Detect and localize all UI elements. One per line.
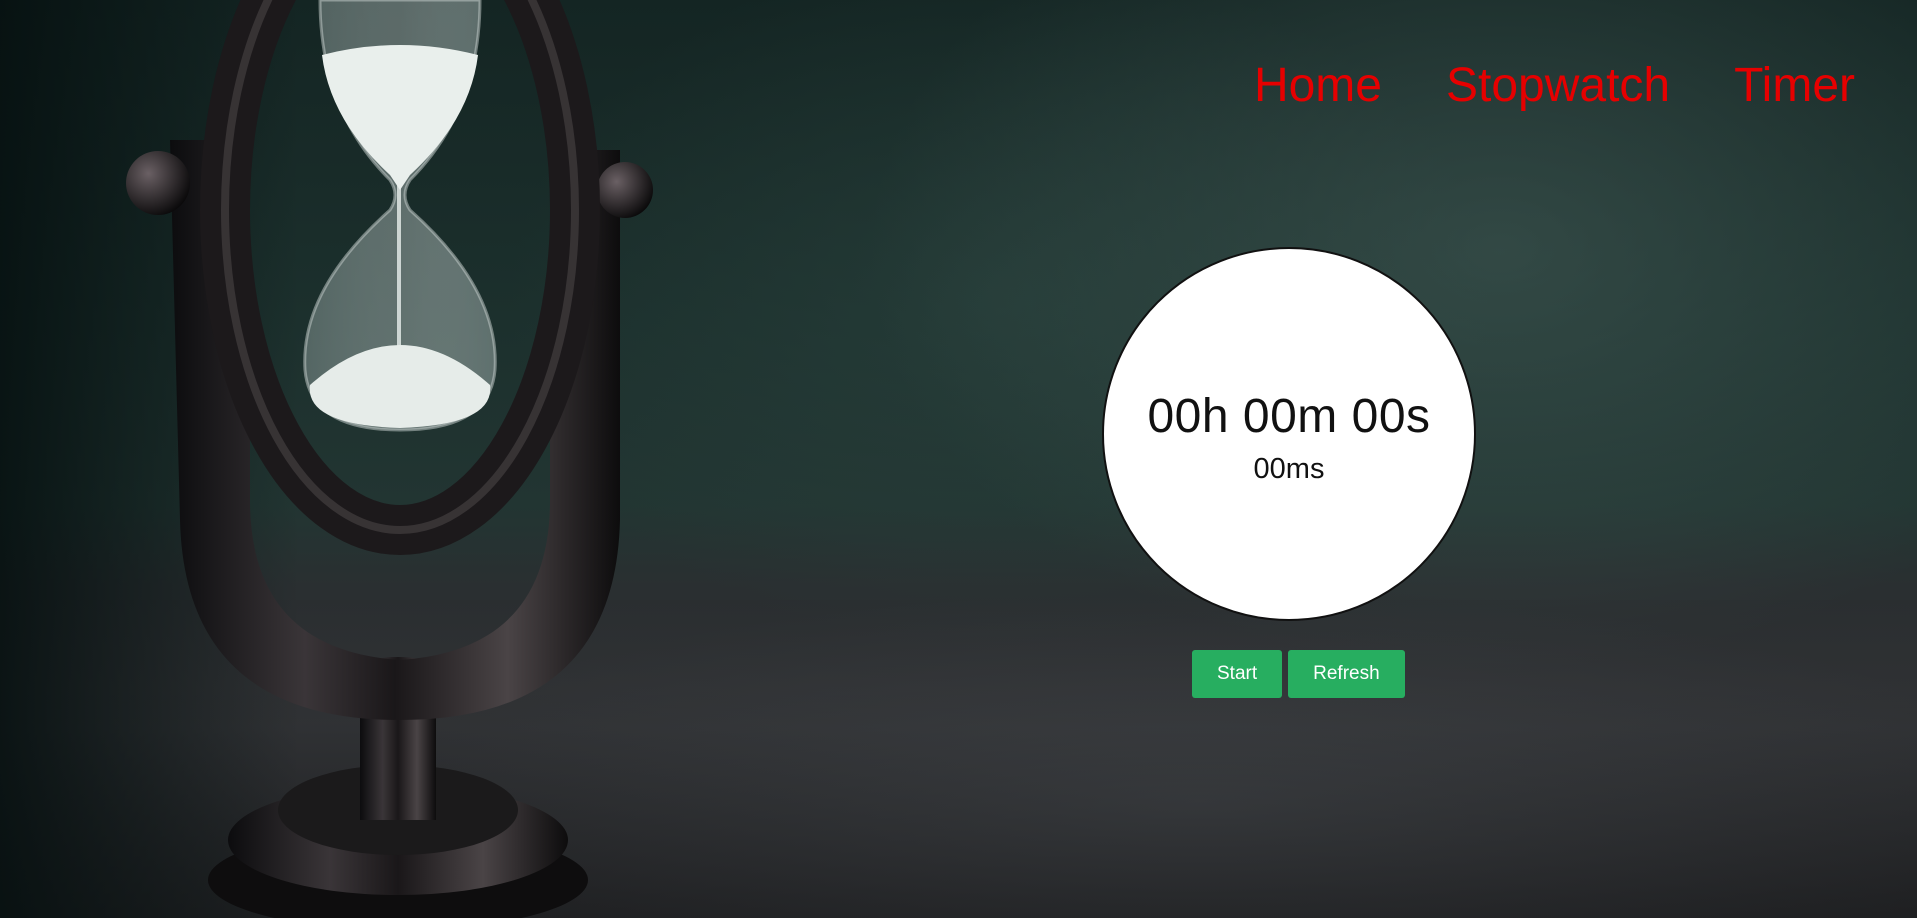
refresh-button[interactable]: Refresh	[1288, 650, 1405, 698]
nav-link-home[interactable]: Home	[1254, 58, 1382, 113]
page-background: Home Stopwatch Timer 00h 00m 00s 00ms St…	[0, 0, 1917, 918]
stopwatch-controls: Start Refresh	[1192, 650, 1405, 698]
hourglass-icon	[126, 0, 653, 918]
elapsed-milliseconds: 00ms	[1253, 453, 1325, 485]
top-nav: Home Stopwatch Timer	[1254, 58, 1855, 113]
elapsed-time: 00h 00m 00s	[1147, 390, 1431, 443]
start-button[interactable]: Start	[1192, 650, 1283, 698]
nav-link-stopwatch[interactable]: Stopwatch	[1446, 58, 1670, 113]
stopwatch-display: 00h 00m 00s 00ms	[1102, 247, 1476, 621]
nav-link-timer[interactable]: Timer	[1734, 58, 1855, 113]
